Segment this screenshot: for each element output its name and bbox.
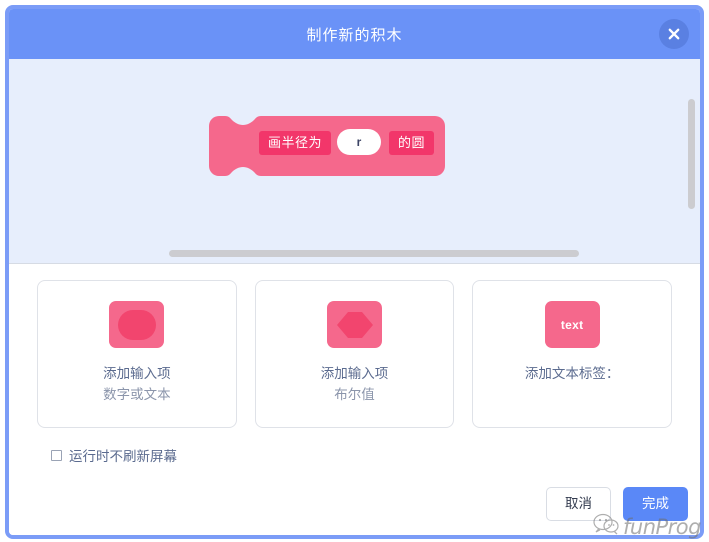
- close-button[interactable]: [659, 19, 689, 49]
- rounded-oval-icon: [109, 301, 165, 348]
- ok-button[interactable]: 完成: [623, 486, 688, 521]
- option-title: 添加输入项: [320, 366, 389, 381]
- run-without-refresh-label[interactable]: 运行时不刷新屏幕: [69, 445, 177, 465]
- option-cards: 添加输入项 数字或文本 添加输入项 布尔值 text 添加文本标签：: [37, 280, 673, 428]
- option-subtitle: 布尔值: [334, 386, 375, 402]
- block-preview-workspace[interactable]: 画半径为 r 的圆: [9, 59, 700, 264]
- hexagon-icon: [327, 301, 382, 348]
- dialog-header: 制作新的积木: [9, 9, 700, 59]
- run-without-refresh-row[interactable]: 运行时不刷新屏幕: [51, 445, 672, 465]
- horizontal-scrollbar[interactable]: [169, 250, 579, 257]
- page-title: 制作新的积木: [306, 26, 403, 44]
- make-a-block-dialog: 制作新的积木 画半径为 r 的圆 添加输入项 数字或文本 添加输入项 布尔值 t…: [5, 5, 704, 539]
- add-label-card[interactable]: text 添加文本标签：: [472, 280, 673, 428]
- option-title: 添加输入项: [103, 366, 171, 381]
- cancel-button[interactable]: 取消: [546, 486, 611, 521]
- vertical-scrollbar[interactable]: [688, 99, 695, 209]
- prototype-block[interactable]: 画半径为 r 的圆: [209, 116, 445, 176]
- dialog-footer: 取消 完成: [546, 486, 688, 521]
- add-number-or-text-input-card[interactable]: 添加输入项 数字或文本: [37, 280, 237, 428]
- run-without-refresh-checkbox[interactable]: [51, 449, 62, 461]
- block-input-r[interactable]: r: [337, 129, 381, 155]
- option-title: 添加文本标签：: [524, 366, 620, 381]
- block-label-before: 画半径为: [259, 131, 332, 155]
- options-panel: 添加输入项 数字或文本 添加输入项 布尔值 text 添加文本标签： 运行时不刷…: [9, 264, 700, 535]
- block-label-after: 的圆: [389, 131, 435, 155]
- close-icon: [668, 28, 680, 40]
- option-subtitle: 数字或文本: [103, 386, 171, 402]
- text-label-icon-text: text: [560, 317, 584, 332]
- text-label-icon: text: [544, 301, 600, 348]
- add-boolean-input-card[interactable]: 添加输入项 布尔值: [254, 280, 455, 428]
